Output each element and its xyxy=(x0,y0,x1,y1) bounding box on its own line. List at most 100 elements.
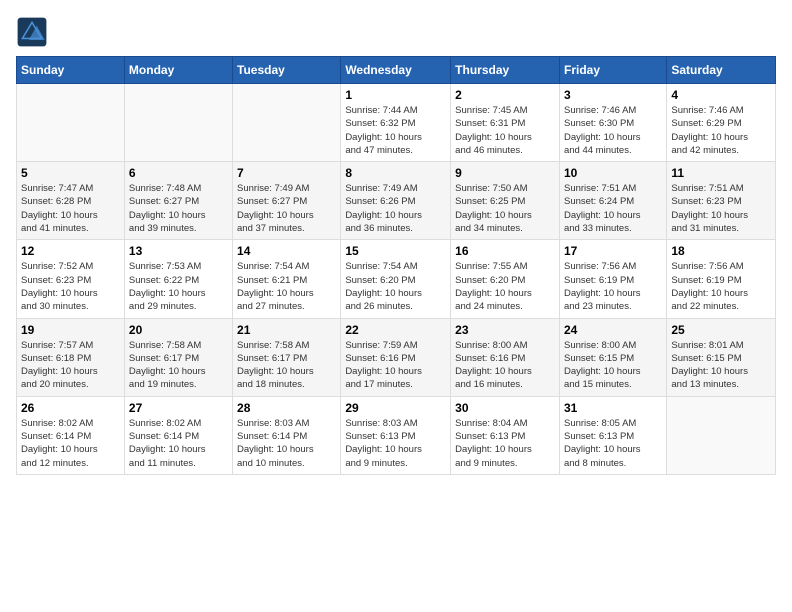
page-header xyxy=(16,16,776,48)
calendar-cell: 9 Sunrise: 7:50 AM Sunset: 6:25 PM Daylig… xyxy=(451,162,560,240)
day-info: Sunrise: 7:46 AM Sunset: 6:30 PM Dayligh… xyxy=(564,104,662,157)
calendar-cell: 6Sunrise: 7:48 AM Sunset: 6:27 PM Daylig… xyxy=(124,162,232,240)
calendar-cell: 28 Sunrise: 8:03 AM Sunset: 6:14 PM Dayli… xyxy=(233,396,341,474)
calendar-cell: 4 Sunrise: 7:46 AM Sunset: 6:29 PM Daylig… xyxy=(667,84,776,162)
calendar-cell: 14 Sunrise: 7:54 AM Sunset: 6:21 PM Dayli… xyxy=(233,240,341,318)
day-number: 26 xyxy=(21,401,120,415)
calendar-table: SundayMondayTuesdayWednesdayThursdayFrid… xyxy=(16,56,776,475)
day-number: 18 xyxy=(671,244,771,258)
day-number: 8 xyxy=(345,166,446,180)
day-info: Sunrise: 8:05 AM Sunset: 6:13 PM Dayligh… xyxy=(564,417,662,470)
day-number: 24 xyxy=(564,323,662,337)
logo-icon xyxy=(16,16,48,48)
weekday-header-saturday: Saturday xyxy=(667,57,776,84)
calendar-cell xyxy=(667,396,776,474)
calendar-cell: 26 Sunrise: 8:02 AM Sunset: 6:14 PM Dayli… xyxy=(17,396,125,474)
calendar-cell: 15Sunrise: 7:54 AM Sunset: 6:20 PM Dayli… xyxy=(341,240,451,318)
day-number: 30 xyxy=(455,401,555,415)
weekday-header-friday: Friday xyxy=(559,57,666,84)
day-info: Sunrise: 7:46 AM Sunset: 6:29 PM Dayligh… xyxy=(671,104,771,157)
calendar-week-row: 1 Sunrise: 7:44 AM Sunset: 6:32 PM Daylig… xyxy=(17,84,776,162)
day-number: 5 xyxy=(21,166,120,180)
calendar-cell: 22 Sunrise: 7:59 AM Sunset: 6:16 PM Dayli… xyxy=(341,318,451,396)
day-number: 7 xyxy=(237,166,336,180)
calendar-cell: 11Sunrise: 7:51 AM Sunset: 6:23 PM Dayli… xyxy=(667,162,776,240)
day-info: Sunrise: 7:52 AM Sunset: 6:23 PM Dayligh… xyxy=(21,260,120,313)
day-info: Sunrise: 7:54 AM Sunset: 6:20 PM Dayligh… xyxy=(345,260,446,313)
day-number: 28 xyxy=(237,401,336,415)
day-number: 12 xyxy=(21,244,120,258)
day-info: Sunrise: 7:55 AM Sunset: 6:20 PM Dayligh… xyxy=(455,260,555,313)
day-info: Sunrise: 8:04 AM Sunset: 6:13 PM Dayligh… xyxy=(455,417,555,470)
day-info: Sunrise: 7:59 AM Sunset: 6:16 PM Dayligh… xyxy=(345,339,446,392)
calendar-cell: 23 Sunrise: 8:00 AM Sunset: 6:16 PM Dayli… xyxy=(451,318,560,396)
day-info: Sunrise: 8:00 AM Sunset: 6:16 PM Dayligh… xyxy=(455,339,555,392)
calendar-cell: 24Sunrise: 8:00 AM Sunset: 6:15 PM Dayli… xyxy=(559,318,666,396)
calendar-cell: 30 Sunrise: 8:04 AM Sunset: 6:13 PM Dayli… xyxy=(451,396,560,474)
calendar-cell: 19Sunrise: 7:57 AM Sunset: 6:18 PM Dayli… xyxy=(17,318,125,396)
day-number: 29 xyxy=(345,401,446,415)
calendar-cell: 25 Sunrise: 8:01 AM Sunset: 6:15 PM Dayli… xyxy=(667,318,776,396)
weekday-header-sunday: Sunday xyxy=(17,57,125,84)
calendar-cell: 21Sunrise: 7:58 AM Sunset: 6:17 PM Dayli… xyxy=(233,318,341,396)
day-number: 10 xyxy=(564,166,662,180)
calendar-cell: 10Sunrise: 7:51 AM Sunset: 6:24 PM Dayli… xyxy=(559,162,666,240)
calendar-cell xyxy=(124,84,232,162)
day-info: Sunrise: 7:44 AM Sunset: 6:32 PM Dayligh… xyxy=(345,104,446,157)
weekday-header-monday: Monday xyxy=(124,57,232,84)
day-number: 1 xyxy=(345,88,446,102)
calendar-cell: 16Sunrise: 7:55 AM Sunset: 6:20 PM Dayli… xyxy=(451,240,560,318)
calendar-cell: 29 Sunrise: 8:03 AM Sunset: 6:13 PM Dayli… xyxy=(341,396,451,474)
day-info: Sunrise: 7:56 AM Sunset: 6:19 PM Dayligh… xyxy=(564,260,662,313)
calendar-cell: 7 Sunrise: 7:49 AM Sunset: 6:27 PM Daylig… xyxy=(233,162,341,240)
day-number: 20 xyxy=(129,323,228,337)
calendar-cell: 20 Sunrise: 7:58 AM Sunset: 6:17 PM Dayli… xyxy=(124,318,232,396)
day-info: Sunrise: 7:49 AM Sunset: 6:27 PM Dayligh… xyxy=(237,182,336,235)
day-info: Sunrise: 7:48 AM Sunset: 6:27 PM Dayligh… xyxy=(129,182,228,235)
weekday-header-wednesday: Wednesday xyxy=(341,57,451,84)
day-number: 23 xyxy=(455,323,555,337)
day-number: 27 xyxy=(129,401,228,415)
day-number: 17 xyxy=(564,244,662,258)
calendar-cell: 17 Sunrise: 7:56 AM Sunset: 6:19 PM Dayli… xyxy=(559,240,666,318)
day-number: 4 xyxy=(671,88,771,102)
calendar-cell: 12 Sunrise: 7:52 AM Sunset: 6:23 PM Dayli… xyxy=(17,240,125,318)
day-number: 9 xyxy=(455,166,555,180)
calendar-cell: 8 Sunrise: 7:49 AM Sunset: 6:26 PM Daylig… xyxy=(341,162,451,240)
day-number: 2 xyxy=(455,88,555,102)
day-number: 11 xyxy=(671,166,771,180)
day-info: Sunrise: 7:45 AM Sunset: 6:31 PM Dayligh… xyxy=(455,104,555,157)
day-number: 22 xyxy=(345,323,446,337)
calendar-body: 1 Sunrise: 7:44 AM Sunset: 6:32 PM Daylig… xyxy=(17,84,776,475)
day-info: Sunrise: 7:50 AM Sunset: 6:25 PM Dayligh… xyxy=(455,182,555,235)
day-number: 25 xyxy=(671,323,771,337)
day-info: Sunrise: 8:02 AM Sunset: 6:14 PM Dayligh… xyxy=(21,417,120,470)
day-number: 21 xyxy=(237,323,336,337)
calendar-header: SundayMondayTuesdayWednesdayThursdayFrid… xyxy=(17,57,776,84)
day-info: Sunrise: 8:03 AM Sunset: 6:14 PM Dayligh… xyxy=(237,417,336,470)
day-info: Sunrise: 8:03 AM Sunset: 6:13 PM Dayligh… xyxy=(345,417,446,470)
day-info: Sunrise: 7:56 AM Sunset: 6:19 PM Dayligh… xyxy=(671,260,771,313)
day-number: 14 xyxy=(237,244,336,258)
day-info: Sunrise: 7:57 AM Sunset: 6:18 PM Dayligh… xyxy=(21,339,120,392)
day-number: 31 xyxy=(564,401,662,415)
calendar-cell: 1 Sunrise: 7:44 AM Sunset: 6:32 PM Daylig… xyxy=(341,84,451,162)
logo xyxy=(16,16,52,48)
day-info: Sunrise: 7:54 AM Sunset: 6:21 PM Dayligh… xyxy=(237,260,336,313)
calendar-cell: 5Sunrise: 7:47 AM Sunset: 6:28 PM Daylig… xyxy=(17,162,125,240)
day-number: 3 xyxy=(564,88,662,102)
day-info: Sunrise: 7:58 AM Sunset: 6:17 PM Dayligh… xyxy=(129,339,228,392)
day-info: Sunrise: 8:01 AM Sunset: 6:15 PM Dayligh… xyxy=(671,339,771,392)
calendar-cell: 13Sunrise: 7:53 AM Sunset: 6:22 PM Dayli… xyxy=(124,240,232,318)
weekday-header-row: SundayMondayTuesdayWednesdayThursdayFrid… xyxy=(17,57,776,84)
calendar-cell xyxy=(233,84,341,162)
calendar-week-row: 12 Sunrise: 7:52 AM Sunset: 6:23 PM Dayli… xyxy=(17,240,776,318)
weekday-header-thursday: Thursday xyxy=(451,57,560,84)
day-info: Sunrise: 7:53 AM Sunset: 6:22 PM Dayligh… xyxy=(129,260,228,313)
day-info: Sunrise: 7:49 AM Sunset: 6:26 PM Dayligh… xyxy=(345,182,446,235)
calendar-week-row: 5Sunrise: 7:47 AM Sunset: 6:28 PM Daylig… xyxy=(17,162,776,240)
calendar-cell: 27 Sunrise: 8:02 AM Sunset: 6:14 PM Dayli… xyxy=(124,396,232,474)
calendar-week-row: 19Sunrise: 7:57 AM Sunset: 6:18 PM Dayli… xyxy=(17,318,776,396)
calendar-cell: 3 Sunrise: 7:46 AM Sunset: 6:30 PM Daylig… xyxy=(559,84,666,162)
day-info: Sunrise: 8:02 AM Sunset: 6:14 PM Dayligh… xyxy=(129,417,228,470)
